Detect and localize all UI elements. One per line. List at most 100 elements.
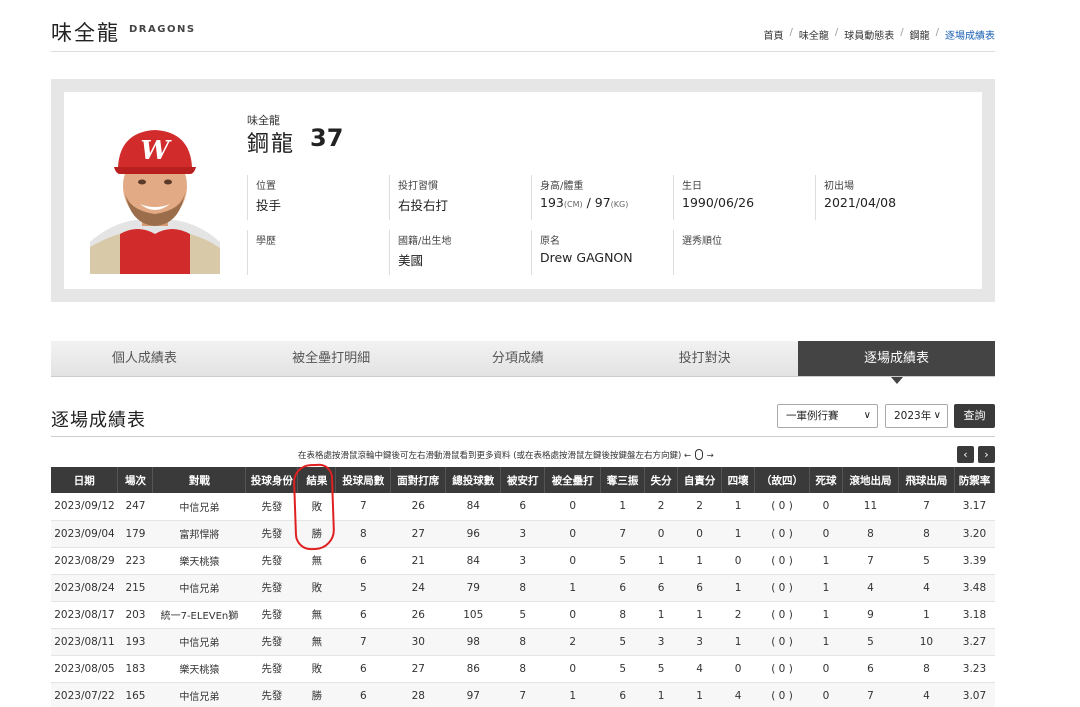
- cell-result: 勝: [297, 520, 336, 548]
- cell-hbp: 0: [809, 520, 843, 548]
- cell-era: 3.07: [954, 682, 995, 707]
- cell-hbp: 0: [809, 655, 843, 683]
- info-label: 國籍/出生地: [398, 236, 452, 247]
- cell-era: 3.20: [954, 520, 995, 548]
- page-header: 味全龍 DRAGONS 首頁 / 味全龍 / 球員動態表 / 鋼龍 / 逐場成績…: [51, 0, 995, 52]
- cell-batters-faced: 27: [390, 520, 446, 548]
- cell-flyouts: 1: [898, 601, 955, 629]
- info-label: 選秀順位: [682, 236, 722, 247]
- cell-innings: 7: [335, 628, 391, 656]
- cell-batters-faced: 24: [390, 574, 446, 602]
- cell-pitches: 105: [445, 601, 501, 629]
- cell-date: 2023/08/05: [51, 655, 118, 683]
- cell-ibb: ( 0 ): [754, 655, 810, 683]
- cell-hits: 8: [500, 655, 545, 683]
- cell-walks: 0: [721, 655, 755, 683]
- cell-opponent: 富邦悍將: [152, 520, 246, 548]
- cell-ibb: ( 0 ): [754, 628, 810, 656]
- cell-walks: 1: [721, 574, 755, 602]
- breadcrumb-home[interactable]: 首頁: [764, 27, 784, 42]
- query-button[interactable]: 查詢: [954, 404, 995, 428]
- cell-result: 敗: [297, 655, 336, 683]
- hw-separator: /: [582, 195, 595, 210]
- cell-runs: 1: [644, 547, 678, 575]
- cell-hits: 7: [500, 682, 545, 707]
- cell-hbp: 1: [809, 628, 843, 656]
- cell-pitches: 84: [445, 547, 501, 575]
- cell-groundouts: 4: [842, 574, 899, 602]
- cell-innings: 6: [335, 655, 391, 683]
- cell-strikeouts: 8: [600, 601, 645, 629]
- cell-groundouts: 9: [842, 601, 899, 629]
- height-value: 193: [540, 195, 564, 210]
- cell-result: 敗: [297, 493, 336, 521]
- column-header-walks: 四壞: [721, 467, 756, 493]
- column-header-flyouts: 飛球出局: [898, 467, 955, 493]
- cell-opponent: 中信兄弟: [152, 493, 246, 521]
- chevron-down-icon: ∨: [863, 410, 871, 421]
- table-row: 2023/08/05 183 樂天桃猿 先發敗 6 27 86 8 0 5 5 4 0( 0 ) 0 6 8 3…: [51, 655, 995, 683]
- cell-batters-faced: 26: [390, 601, 446, 629]
- cell-batters-faced: 28: [390, 682, 446, 707]
- cell-date: 2023/07/22: [51, 682, 118, 707]
- cell-strikeouts: 6: [600, 682, 645, 707]
- cell-date: 2023/08/11: [51, 628, 118, 656]
- info-position: 位置 投手: [247, 175, 387, 220]
- cell-homeruns: 1: [544, 682, 601, 707]
- breadcrumb-current: 逐場成績表: [945, 31, 995, 42]
- cell-hits: 3: [500, 547, 545, 575]
- cell-flyouts: 4: [898, 574, 955, 602]
- scroll-right-button[interactable]: ›: [978, 446, 995, 463]
- cell-earned-runs: 6: [677, 574, 722, 602]
- cell-hits: 8: [500, 574, 545, 602]
- cell-role: 先發: [245, 574, 298, 602]
- cell-flyouts: 8: [898, 520, 955, 548]
- info-label: 初出場: [824, 181, 854, 192]
- cell-game-no: 203: [117, 601, 153, 629]
- year-select[interactable]: 2023年 ∨: [885, 404, 948, 428]
- cell-earned-runs: 1: [677, 682, 722, 707]
- cell-runs: 1: [644, 601, 678, 629]
- column-header-result: 結果: [297, 467, 337, 493]
- scroll-left-button[interactable]: ‹: [957, 446, 974, 463]
- info-value: 投手: [256, 198, 282, 213]
- breadcrumb-separator: /: [935, 27, 939, 38]
- season-type-select[interactable]: 一軍例行賽 ∨: [777, 404, 878, 428]
- cell-game-no: 179: [117, 520, 153, 548]
- cell-innings: 7: [335, 493, 391, 521]
- tab-homerun-detail[interactable]: 被全壘打明細: [238, 341, 425, 376]
- tab-personal-stats[interactable]: 個人成績表: [51, 341, 238, 376]
- cell-game-no: 215: [117, 574, 153, 602]
- cell-pitches: 97: [445, 682, 501, 707]
- cell-result: 敗: [297, 574, 336, 602]
- cell-walks: 1: [721, 628, 755, 656]
- table-row: 2023/08/17 203 統一7-ELEVEn獅 先發無 6 26 105 5 0 8 1 1 2(…: [51, 601, 995, 629]
- tab-matchups[interactable]: 投打對決: [611, 341, 798, 376]
- cell-batters-faced: 21: [390, 547, 446, 575]
- cell-game-no: 223: [117, 547, 153, 575]
- cell-role: 先發: [245, 682, 298, 707]
- tab-game-log[interactable]: 逐場成績表: [798, 341, 995, 384]
- cell-homeruns: 2: [544, 628, 601, 656]
- cell-result: 無: [297, 628, 336, 656]
- cell-groundouts: 7: [842, 547, 899, 575]
- info-label: 生日: [682, 181, 702, 192]
- info-label: 投打習慣: [398, 181, 438, 192]
- info-label: 學歷: [256, 236, 276, 247]
- cell-homeruns: 0: [544, 547, 601, 575]
- column-header-groundouts: 滾地出局: [842, 467, 899, 493]
- section-divider: [51, 436, 995, 437]
- arrow-right-icon: →: [706, 451, 714, 461]
- tab-split-stats[interactable]: 分項成績: [425, 341, 612, 376]
- breadcrumb-player[interactable]: 鋼龍: [910, 27, 930, 42]
- cell-era: 3.48: [954, 574, 995, 602]
- breadcrumb-team[interactable]: 味全龍: [799, 27, 829, 42]
- cell-walks: 1: [721, 493, 755, 521]
- cell-innings: 5: [335, 574, 391, 602]
- cell-game-no: 183: [117, 655, 153, 683]
- column-header-opponent: 對戰: [152, 467, 247, 493]
- cell-groundouts: 8: [842, 520, 899, 548]
- breadcrumb-roster[interactable]: 球員動態表: [844, 27, 894, 42]
- cell-ibb: ( 0 ): [754, 520, 810, 548]
- cell-walks: 4: [721, 682, 755, 707]
